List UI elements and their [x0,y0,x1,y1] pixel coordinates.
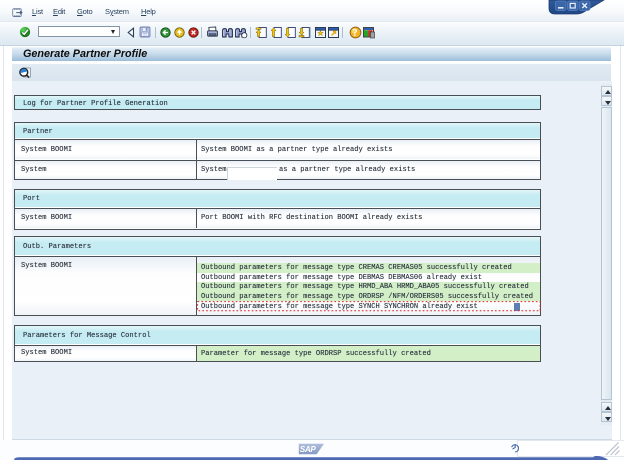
svg-text:?: ? [353,28,358,39]
svg-text:SAP: SAP [300,445,317,454]
